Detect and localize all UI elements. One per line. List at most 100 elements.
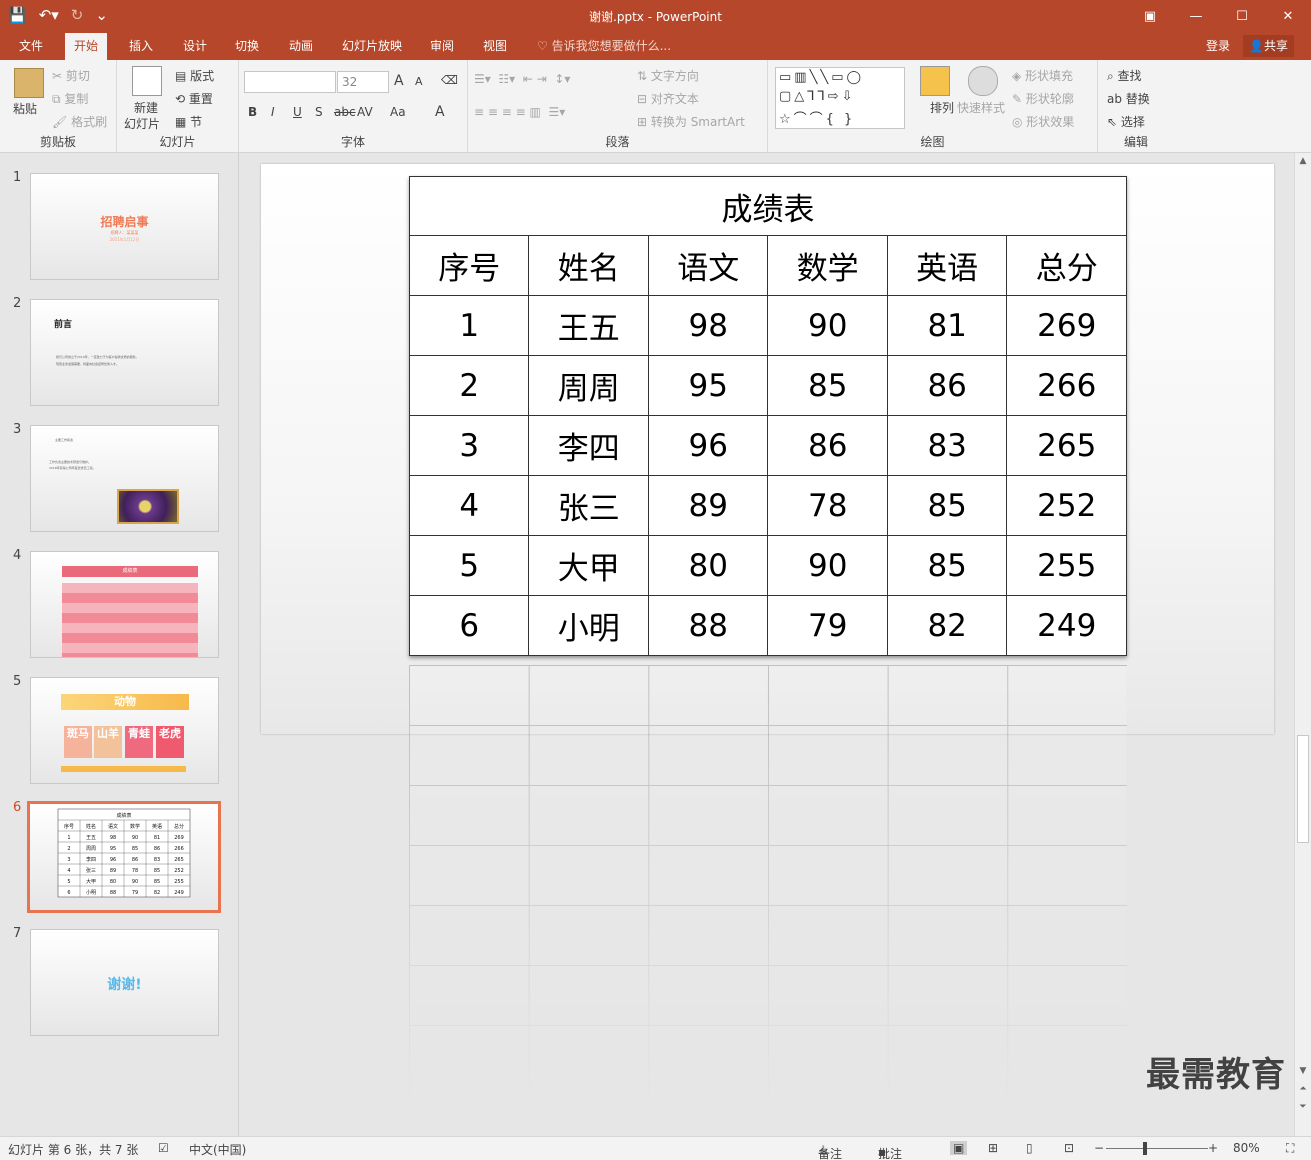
tab-review[interactable]: 审阅 (421, 33, 463, 60)
table-cell[interactable]: 266 (1006, 355, 1127, 416)
normal-view-icon[interactable]: ▣ (950, 1141, 968, 1155)
table-cell[interactable]: 李四 (528, 415, 649, 476)
section-button[interactable]: ▦ 节 (175, 113, 202, 130)
bullets-icon[interactable]: ☰▾ ☷▾ ⇤ ⇥ ↕▾ (474, 72, 570, 86)
table-cell[interactable]: 5 (408, 535, 530, 596)
table-cell[interactable]: 2 (408, 355, 530, 416)
shapes-gallery[interactable]: ▭▥╲╲▭◯ ▢△⅂⅂⇨⇩ ☆⌒⌒{ } (775, 67, 905, 129)
quick-styles-button[interactable]: 快速样式 (957, 99, 1005, 116)
replace-button[interactable]: ab 替换 (1107, 90, 1150, 107)
scroll-up-icon[interactable]: ▲ (1295, 153, 1311, 169)
table-cell[interactable]: 79 (767, 595, 888, 656)
zoom-level[interactable]: 80% (1233, 1141, 1260, 1155)
table-cell[interactable]: 82 (886, 595, 1008, 656)
table-cell[interactable]: 大甲 (528, 535, 649, 596)
table-header-cell[interactable]: 语文 (647, 235, 769, 296)
minimize-button[interactable]: — (1173, 0, 1219, 33)
grade-table[interactable]: 成绩表 序号 姓名 语文 数学 英语 总分 1 王五 98 90 81 269 2 周周 95 85 86 26… (408, 176, 1127, 656)
table-cell[interactable]: 1 (408, 295, 530, 356)
tab-transitions[interactable]: 切换 (226, 33, 268, 60)
table-cell[interactable]: 78 (767, 475, 888, 536)
char-spacing-button[interactable]: AV (357, 105, 373, 119)
shrink-font-button[interactable]: A (415, 75, 423, 88)
tell-me-box[interactable]: ♡ 告诉我您想要做什么... (537, 33, 671, 59)
slide-thumbnail-6[interactable]: 成绩表 序号 姓名 语文 数学 英语 总分 1 王五 98 90 81 269 2 周周 95 85 86 266 3… (27, 801, 221, 913)
table-cell[interactable]: 83 (886, 415, 1008, 476)
scroll-down-icon[interactable]: ▼ (1295, 1063, 1311, 1079)
table-header-cell[interactable]: 数学 (767, 235, 888, 296)
font-size-box[interactable]: 32 (337, 71, 389, 93)
table-cell[interactable]: 85 (886, 535, 1008, 596)
strikethrough-button[interactable]: abc (334, 105, 356, 119)
slide-thumbnail-2[interactable]: 前言 我们公司成立于2010年，一直致力于为客户提供优质的服务。 现因业务发展需… (30, 299, 219, 406)
table-cell[interactable]: 265 (1006, 415, 1127, 476)
table-header-cell[interactable]: 英语 (886, 235, 1008, 296)
grow-font-button[interactable]: A (394, 73, 404, 89)
table-cell[interactable]: 85 (886, 475, 1008, 536)
format-painter-button[interactable]: 🖌 格式刷 (52, 113, 107, 130)
new-slide-button[interactable]: 新建 (134, 99, 158, 116)
paste-button[interactable]: 粘贴 (13, 100, 37, 117)
slide-thumbnail-1[interactable]: 招聘启事 招聘人：某某某 2021年1月12日 (30, 173, 219, 280)
table-cell[interactable]: 85 (767, 355, 888, 416)
spellcheck-icon[interactable]: ☑ (158, 1141, 169, 1155)
close-button[interactable]: ✕ (1265, 0, 1311, 33)
clear-format-icon[interactable]: ⌫ (441, 73, 458, 87)
tab-animations[interactable]: 动画 (280, 33, 322, 60)
slide-sorter-icon[interactable]: ⊞ (988, 1141, 998, 1155)
align-text-button[interactable]: ⊟ 对齐文本 (637, 90, 699, 107)
tab-design[interactable]: 设计 (174, 33, 216, 60)
table-cell[interactable]: 98 (647, 295, 769, 356)
tab-insert[interactable]: 插入 (120, 33, 162, 60)
text-direction-button[interactable]: ⇅ 文字方向 (637, 67, 699, 84)
slideshow-icon[interactable]: ⊡ (1064, 1141, 1074, 1155)
tab-view[interactable]: 视图 (474, 33, 516, 60)
copy-button[interactable]: ⧉ 复制 (52, 90, 88, 107)
tab-slideshow[interactable]: 幻灯片放映 (333, 33, 411, 60)
slide-thumbnail-3[interactable]: 主要工作职责 工作负责主要技术研发与维护。 2018年获得公司年度优秀员工奖。 (30, 425, 219, 532)
table-cell[interactable]: 王五 (528, 295, 649, 356)
zoom-out-icon[interactable]: − (1094, 1141, 1104, 1155)
scroll-thumb[interactable] (1297, 735, 1309, 843)
table-cell[interactable]: 周周 (528, 355, 649, 416)
table-cell[interactable]: 88 (647, 595, 769, 656)
table-cell[interactable]: 80 (647, 535, 769, 596)
maximize-button[interactable]: ☐ (1219, 0, 1265, 33)
underline-button[interactable]: U (293, 105, 302, 119)
tab-file[interactable]: 文件 (10, 33, 52, 60)
shadow-button[interactable]: S (315, 105, 323, 119)
table-header-cell[interactable]: 序号 (408, 235, 530, 296)
convert-smartart-button[interactable]: ⊞ 转换为 SmartArt (637, 113, 745, 130)
table-cell[interactable]: 90 (767, 295, 888, 356)
table-cell[interactable]: 小明 (528, 595, 649, 656)
zoom-in-icon[interactable]: + (1208, 1141, 1218, 1155)
zoom-slider-knob[interactable] (1143, 1142, 1147, 1155)
shape-outline-button[interactable]: ✎ 形状轮廓 (1012, 90, 1074, 107)
table-cell[interactable]: 90 (767, 535, 888, 596)
share-button[interactable]: 👤共享 (1243, 35, 1294, 57)
tab-home[interactable]: 开始 (65, 33, 108, 60)
language-indicator[interactable]: 中文(中国) (189, 1141, 246, 1158)
slide-thumbnail-5[interactable]: 动物 斑马 山羊 青蛙 老虎 (30, 677, 219, 784)
table-cell[interactable]: 6 (408, 595, 530, 656)
align-icons[interactable]: ≡ ≡ ≡ ≡ ▥ ☰▾ (474, 105, 565, 119)
table-cell[interactable]: 81 (886, 295, 1008, 356)
ribbon-display-options-button[interactable]: ▣ (1127, 0, 1173, 33)
change-case-button[interactable]: Aa (390, 105, 406, 119)
table-cell[interactable]: 269 (1006, 295, 1127, 356)
slide-thumbnail-7[interactable]: 谢谢! (30, 929, 219, 1036)
table-cell[interactable]: 249 (1006, 595, 1127, 656)
layout-button[interactable]: ▤ 版式 (175, 67, 214, 84)
previous-slide-icon[interactable]: ⏶ (1295, 1081, 1311, 1097)
slide-thumbnail-4[interactable]: 成绩表 (30, 551, 219, 658)
table-cell[interactable]: 96 (647, 415, 769, 476)
table-cell[interactable]: 95 (647, 355, 769, 416)
login-link[interactable]: 登录 (1206, 33, 1230, 59)
find-button[interactable]: ⌕ 查找 (1107, 67, 1142, 84)
bold-button[interactable]: B (248, 105, 257, 119)
table-cell[interactable]: 255 (1006, 535, 1127, 596)
table-cell[interactable]: 3 (408, 415, 530, 476)
table-title[interactable]: 成绩表 (409, 176, 1127, 236)
reset-button[interactable]: ⟲ 重置 (175, 90, 213, 107)
table-cell[interactable]: 86 (767, 415, 888, 476)
